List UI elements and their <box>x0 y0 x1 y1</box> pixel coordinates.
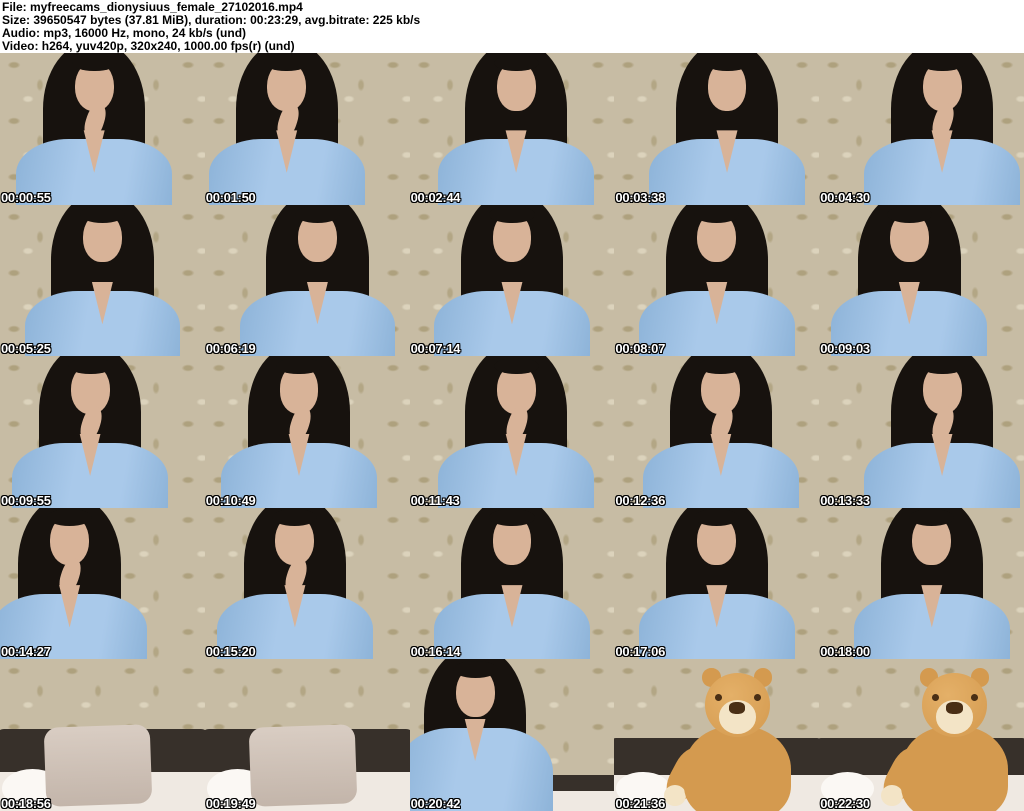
timestamp-label: 00:22:30 <box>820 796 870 811</box>
timestamp-label: 00:07:14 <box>410 341 461 357</box>
timestamp-label: 00:08:07 <box>615 341 666 357</box>
teddy-eye-right <box>753 694 761 701</box>
thumbnail-frame: 00:00:55 <box>0 53 205 205</box>
thumbnail-frame: 00:03:38 <box>614 53 820 205</box>
timestamp-label: 00:09:55 <box>1 492 51 508</box>
timestamp-label: 00:02:44 <box>410 189 461 205</box>
timestamp-label: 00:21:36 <box>615 796 666 811</box>
timestamp-label: 00:01:50 <box>205 189 256 205</box>
teddy-eye-left <box>931 694 939 701</box>
thumbnail-frame: 00:07:14 <box>409 204 615 357</box>
timestamp-label: 00:18:56 <box>1 796 51 811</box>
thumbnail-frame: 00:14:27 <box>0 507 205 660</box>
thumbnail-frame: 00:01:50 <box>204 53 410 205</box>
timestamp-label: 00:06:19 <box>205 341 256 357</box>
hair-fringe <box>694 509 740 526</box>
thumbnail-frame: 00:21:36 <box>614 659 820 811</box>
hair-fringe <box>704 54 750 72</box>
video-info-line: Video: h264, yuv420p, 320x240, 1000.00 f… <box>2 39 295 53</box>
hair-fringe <box>694 206 740 223</box>
timestamp-label: 00:04:30 <box>820 189 870 205</box>
teddy-body <box>901 726 1008 811</box>
timestamp-label: 00:14:27 <box>1 644 51 660</box>
hair-fringe <box>919 357 965 375</box>
timestamp-label: 00:11:43 <box>410 492 460 508</box>
timestamp-label: 00:12:36 <box>615 492 666 508</box>
timestamp-label: 00:18:00 <box>820 644 870 660</box>
teddy-body <box>684 726 791 811</box>
thumbnail-frame: 00:10:49 <box>204 356 410 508</box>
timestamp-label: 00:17:06 <box>615 644 666 660</box>
timestamp-label: 00:19:49 <box>205 796 256 811</box>
teddy-nose <box>729 701 746 714</box>
hair-fringe <box>489 509 535 526</box>
hair-fringe <box>452 660 498 678</box>
timestamp-label: 00:09:03 <box>820 341 870 357</box>
thumbnail-frame: 00:04:30 <box>819 53 1024 205</box>
thumbnail-frame: 00:18:00 <box>819 507 1024 660</box>
video-contact-sheet: File: myfreecams_dionysiuus_female_27102… <box>0 0 1024 811</box>
timestamp-label: 00:20:42 <box>410 796 461 811</box>
timestamp-label: 00:05:25 <box>1 341 51 357</box>
thumbnail-frame: 00:20:42 <box>409 659 615 811</box>
timestamp-label: 00:03:38 <box>615 189 666 205</box>
hair-fringe <box>919 54 965 72</box>
hair-fringe <box>67 357 113 375</box>
thumbnail-frame: 00:13:33 <box>819 356 1024 508</box>
hair-fringe <box>79 206 125 223</box>
hair-fringe <box>264 54 310 72</box>
pillow <box>43 724 153 807</box>
teddy-eye-left <box>714 694 722 701</box>
hair-fringe <box>47 509 93 526</box>
thumbnail-frame: 00:09:03 <box>819 204 1024 357</box>
thumbnail-frame: 00:06:19 <box>204 204 410 357</box>
thumbnail-frame: 00:12:36 <box>614 356 820 508</box>
thumbnail-frame: 00:15:20 <box>204 507 410 660</box>
hair-fringe <box>276 357 322 375</box>
thumbnail-frame: 00:02:44 <box>409 53 615 205</box>
thumbnail-frame: 00:17:06 <box>614 507 820 660</box>
thumbnail-frame: 00:16:14 <box>409 507 615 660</box>
thumbnail-grid: 00:00:55 00:01:50 00:02:44 00:03:38 00:04:30… <box>0 53 1024 811</box>
thumbnail-frame: 00:22:30 <box>819 659 1024 811</box>
timestamp-label: 00:16:14 <box>410 644 461 660</box>
timestamp-label: 00:10:49 <box>205 492 256 508</box>
hair-fringe <box>493 357 539 375</box>
hair-fringe <box>489 206 535 223</box>
hair-fringe <box>71 54 117 72</box>
pillow <box>248 724 358 807</box>
thumbnail-frame: 00:08:07 <box>614 204 820 357</box>
thumbnail-frame: 00:19:49 <box>204 659 410 811</box>
hair-fringe <box>886 206 932 223</box>
hair-fringe <box>294 206 340 223</box>
hair-fringe <box>909 509 955 526</box>
thumbnail-frame: 00:09:55 <box>0 356 205 508</box>
timestamp-label: 00:00:55 <box>1 189 51 205</box>
teddy-eye-right <box>970 694 978 701</box>
thumbnail-frame: 00:05:25 <box>0 204 205 357</box>
thumbnail-frame: 00:11:43 <box>409 356 615 508</box>
hair-fringe <box>493 54 539 72</box>
thumbnail-frame: 00:18:56 <box>0 659 205 811</box>
teddy-nose <box>946 701 963 714</box>
timestamp-label: 00:15:20 <box>205 644 256 660</box>
file-info-header: File: myfreecams_dionysiuus_female_27102… <box>0 0 1024 53</box>
timestamp-label: 00:13:33 <box>820 492 870 508</box>
